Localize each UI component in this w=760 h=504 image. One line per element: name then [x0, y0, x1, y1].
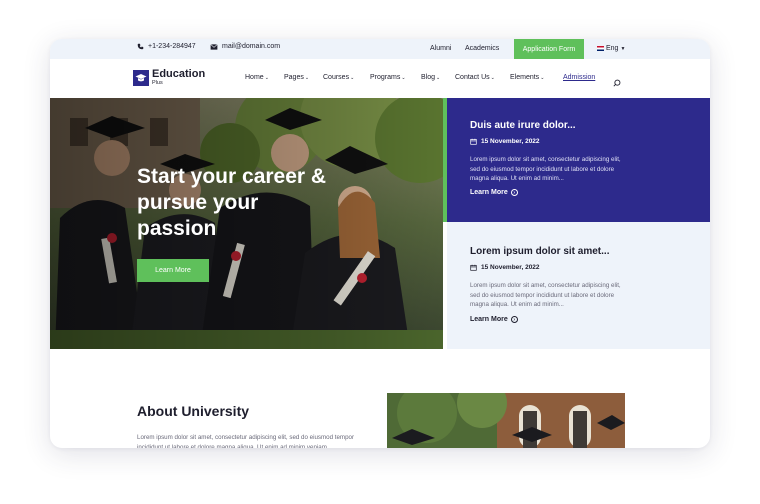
nav-item-admission[interactable]: Admission [563, 74, 595, 81]
news-learn-more-link[interactable]: Learn More › [470, 316, 518, 323]
phone-contact[interactable]: +1-234-284947 [137, 43, 196, 50]
chevron-down-icon: ⌄ [264, 74, 269, 81]
nav-label: Contact Us [455, 74, 490, 81]
about-heading: About University [137, 403, 250, 419]
news-title[interactable]: Duis aute irure dolor... [470, 120, 576, 131]
news-date: 15 November, 2022 [470, 138, 540, 145]
nav-item-pages[interactable]: Pages ⌄ [284, 74, 309, 81]
chevron-down-icon: ⌄ [490, 74, 495, 81]
news-excerpt: Lorem ipsum dolor sit amet, consectetur … [470, 282, 621, 308]
news-excerpt: Lorem ipsum dolor sit amet, consectetur … [470, 156, 621, 182]
learn-more-label: Learn More [470, 189, 508, 196]
phone-number: +1-234-284947 [148, 43, 196, 50]
nav-item-programs[interactable]: Programs ⌄ [370, 74, 406, 81]
news-learn-more-link[interactable]: Learn More › [470, 189, 518, 196]
news-card[interactable]: Lorem ipsum dolor sit amet... 15 Novembe… [447, 222, 710, 349]
email-address: mail@domain.com [222, 43, 281, 50]
hero-heading: Start your career & pursue your passion [137, 165, 327, 240]
news-card-featured[interactable]: Duis aute irure dolor... 15 November, 20… [447, 98, 710, 222]
learn-more-label: Learn More [470, 316, 508, 323]
about-campus-image [387, 393, 625, 448]
nav-item-courses[interactable]: Courses ⌄ [323, 74, 354, 81]
nav-label: Programs [370, 74, 401, 81]
main-navigation: Education Plus Home ⌄ Pages ⌄ Courses ⌄ Pro… [50, 59, 710, 98]
graduation-cap-icon [133, 69, 149, 86]
nav-item-elements[interactable]: Elements ⌄ [510, 74, 544, 81]
calendar-icon [470, 264, 477, 271]
mail-icon [210, 43, 218, 50]
phone-icon [137, 43, 144, 50]
news-date: 15 November, 2022 [470, 264, 540, 271]
application-form-button[interactable]: Application Form [514, 39, 584, 59]
site-logo[interactable]: Education Plus [133, 69, 205, 87]
chevron-down-icon: ▼ [620, 45, 626, 52]
about-description: Lorem ipsum dolor sit amet, consectetur … [137, 434, 355, 448]
arrow-right-circle-icon: › [510, 189, 518, 196]
logo-subtitle: Plus [152, 80, 163, 86]
arrow-right-circle-icon: › [510, 316, 518, 323]
nav-label: Elements [510, 74, 540, 81]
topbar-link-academics[interactable]: Academics [465, 45, 499, 52]
topbar-link-alumni[interactable]: Alumni [430, 45, 451, 52]
chevron-down-icon: ⌄ [436, 74, 441, 81]
nav-label: Home [245, 74, 264, 81]
nav-label: Blog [421, 74, 436, 81]
chevron-down-icon: ⌄ [304, 74, 310, 81]
search-icon[interactable] [613, 74, 621, 92]
nav-item-contact[interactable]: Contact Us ⌄ [455, 74, 495, 81]
news-title[interactable]: Lorem ipsum dolor sit amet... [470, 246, 609, 257]
hero-learn-more-button[interactable]: Learn More [137, 259, 209, 282]
language-selector[interactable]: Eng ▼ [597, 45, 625, 52]
nav-item-home[interactable]: Home ⌄ [245, 74, 269, 81]
chevron-down-icon: ⌄ [350, 74, 355, 81]
nav-item-blog[interactable]: Blog ⌄ [421, 74, 440, 81]
language-label: Eng [606, 45, 619, 52]
hero-section: Start your career & pursue your passion … [50, 98, 443, 349]
browser-page: +1-234-284947 mail@domain.com Alumni Aca… [50, 39, 710, 448]
nav-label: Courses [323, 74, 350, 81]
email-contact[interactable]: mail@domain.com [210, 43, 280, 50]
top-bar: +1-234-284947 mail@domain.com Alumni Aca… [50, 39, 710, 59]
chevron-down-icon: ⌄ [540, 74, 545, 81]
flag-icon [597, 46, 604, 51]
news-date-text: 15 November, 2022 [481, 264, 540, 271]
chevron-down-icon: ⌄ [401, 74, 406, 81]
logo-title: Education [152, 68, 206, 80]
nav-label: Pages [284, 74, 304, 81]
news-date-text: 15 November, 2022 [481, 138, 540, 145]
calendar-icon [470, 138, 477, 145]
